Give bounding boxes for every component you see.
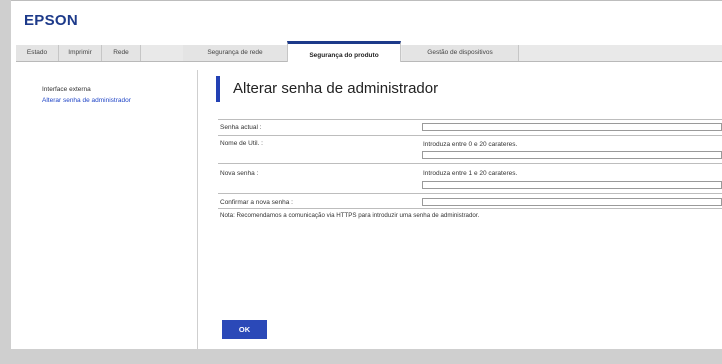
sidebar-item-interface-externa[interactable]: Interface externa [42,86,91,93]
form-divider [218,193,722,194]
form-divider [218,208,722,209]
ok-button[interactable]: OK [222,320,267,339]
tab-estado[interactable]: Estado [16,45,59,61]
new-password-label: Nova senha : [220,170,259,177]
current-password-input[interactable] [422,123,722,131]
https-note: Nota: Recomendamos a comunicação via HTT… [220,212,480,219]
username-hint: Introduza entre 0 e 20 carateres. [423,141,518,148]
confirm-password-input[interactable] [422,198,722,206]
page-title: Alterar senha de administrador [233,80,439,97]
main-tab-bar: Estado Imprimir Rede Segurança de rede S… [16,41,722,62]
current-password-label: Senha actual : [220,124,262,131]
title-accent-bar [216,76,220,102]
sidebar-item-alterar-senha[interactable]: Alterar senha de administrador [42,97,131,104]
tab-seguranca-de-rede[interactable]: Segurança de rede [183,45,288,61]
form-divider [218,119,722,120]
tab-seguranca-do-produto[interactable]: Segurança do produto [287,41,401,62]
username-input[interactable] [422,151,722,159]
tab-rede[interactable]: Rede [102,45,141,61]
tab-gestao-de-dispositivos[interactable]: Gestão de dispositivos [402,45,519,61]
window-frame-left [0,0,11,364]
window-frame-top [11,0,722,1]
form-divider [218,163,722,164]
form-divider [218,135,722,136]
new-password-input[interactable] [422,181,722,189]
confirm-password-label: Confirmar a nova senha : [220,199,293,206]
tab-imprimir[interactable]: Imprimir [59,45,102,61]
window-frame-bottom [0,349,722,364]
sidebar: Interface externa Alterar senha de admin… [16,70,198,349]
new-password-hint: Introduza entre 1 e 20 carateres. [423,170,518,177]
username-label: Nome de Util. : [220,140,263,147]
epson-logo: EPSON [24,12,79,29]
